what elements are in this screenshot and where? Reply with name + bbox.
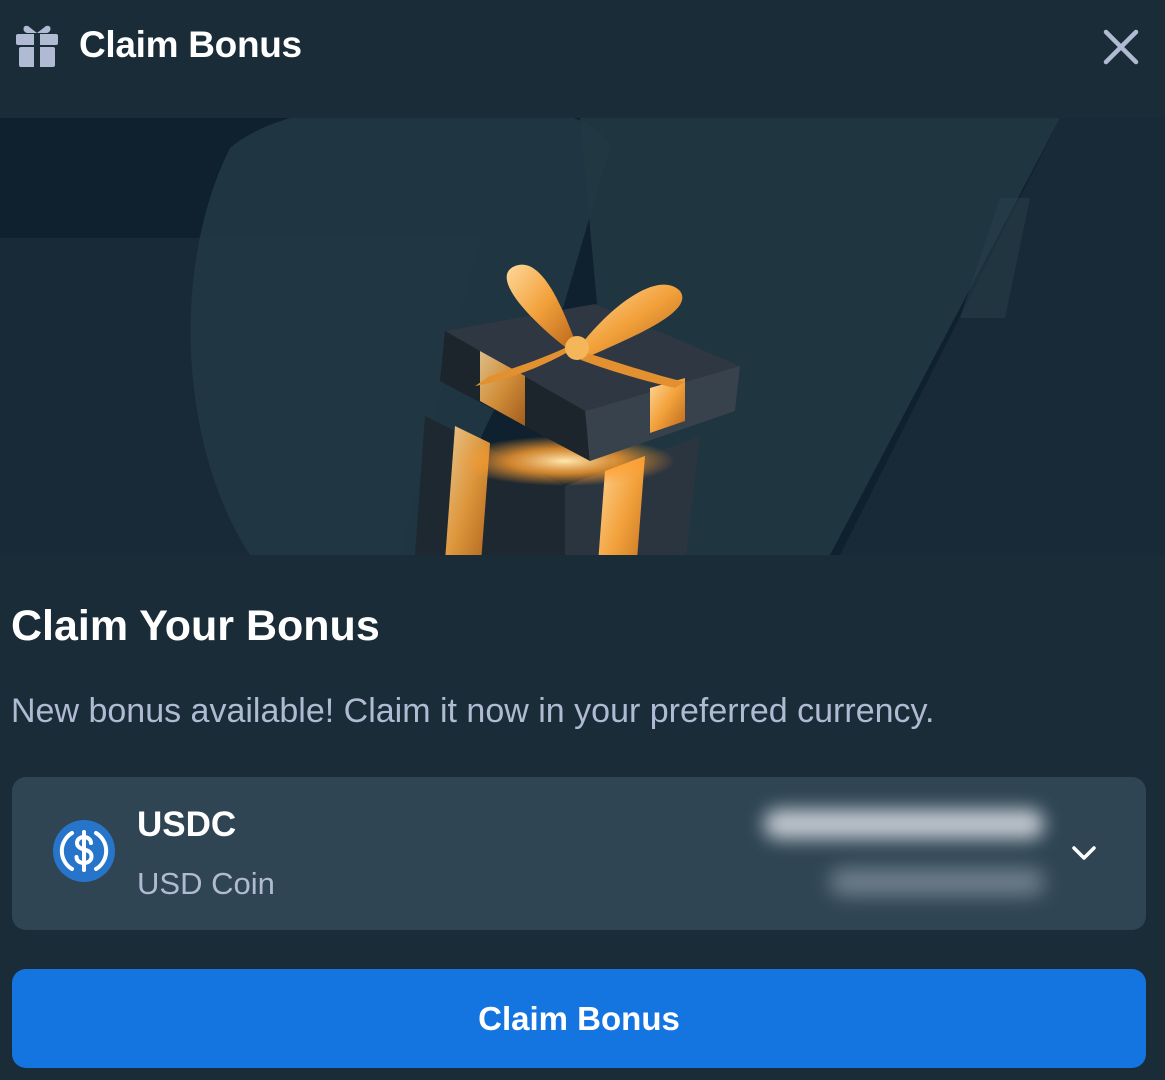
claim-bonus-modal: Claim Bonus Claim Your Bonus New bonus a…	[0, 0, 1165, 1080]
redacted-balance-secondary	[830, 869, 1044, 895]
gift-box-illustration	[415, 264, 740, 555]
content-description: New bonus available! Claim it now in you…	[11, 692, 935, 730]
currency-select[interactable]: USDC USD Coin	[12, 777, 1146, 930]
currency-name: USD Coin	[137, 866, 275, 901]
redacted-balance	[764, 809, 1044, 839]
content-title: Claim Your Bonus	[11, 602, 380, 650]
modal-header: Claim Bonus	[0, 0, 1165, 118]
gift-icon	[16, 25, 58, 67]
chevron-down-icon[interactable]	[1066, 835, 1102, 871]
claim-bonus-button[interactable]: Claim Bonus	[12, 969, 1146, 1068]
bonus-banner	[0, 118, 1165, 555]
modal-title: Claim Bonus	[79, 24, 302, 65]
close-icon[interactable]	[1096, 22, 1146, 72]
currency-code: USDC	[137, 805, 237, 844]
usdc-coin-icon	[53, 820, 115, 882]
